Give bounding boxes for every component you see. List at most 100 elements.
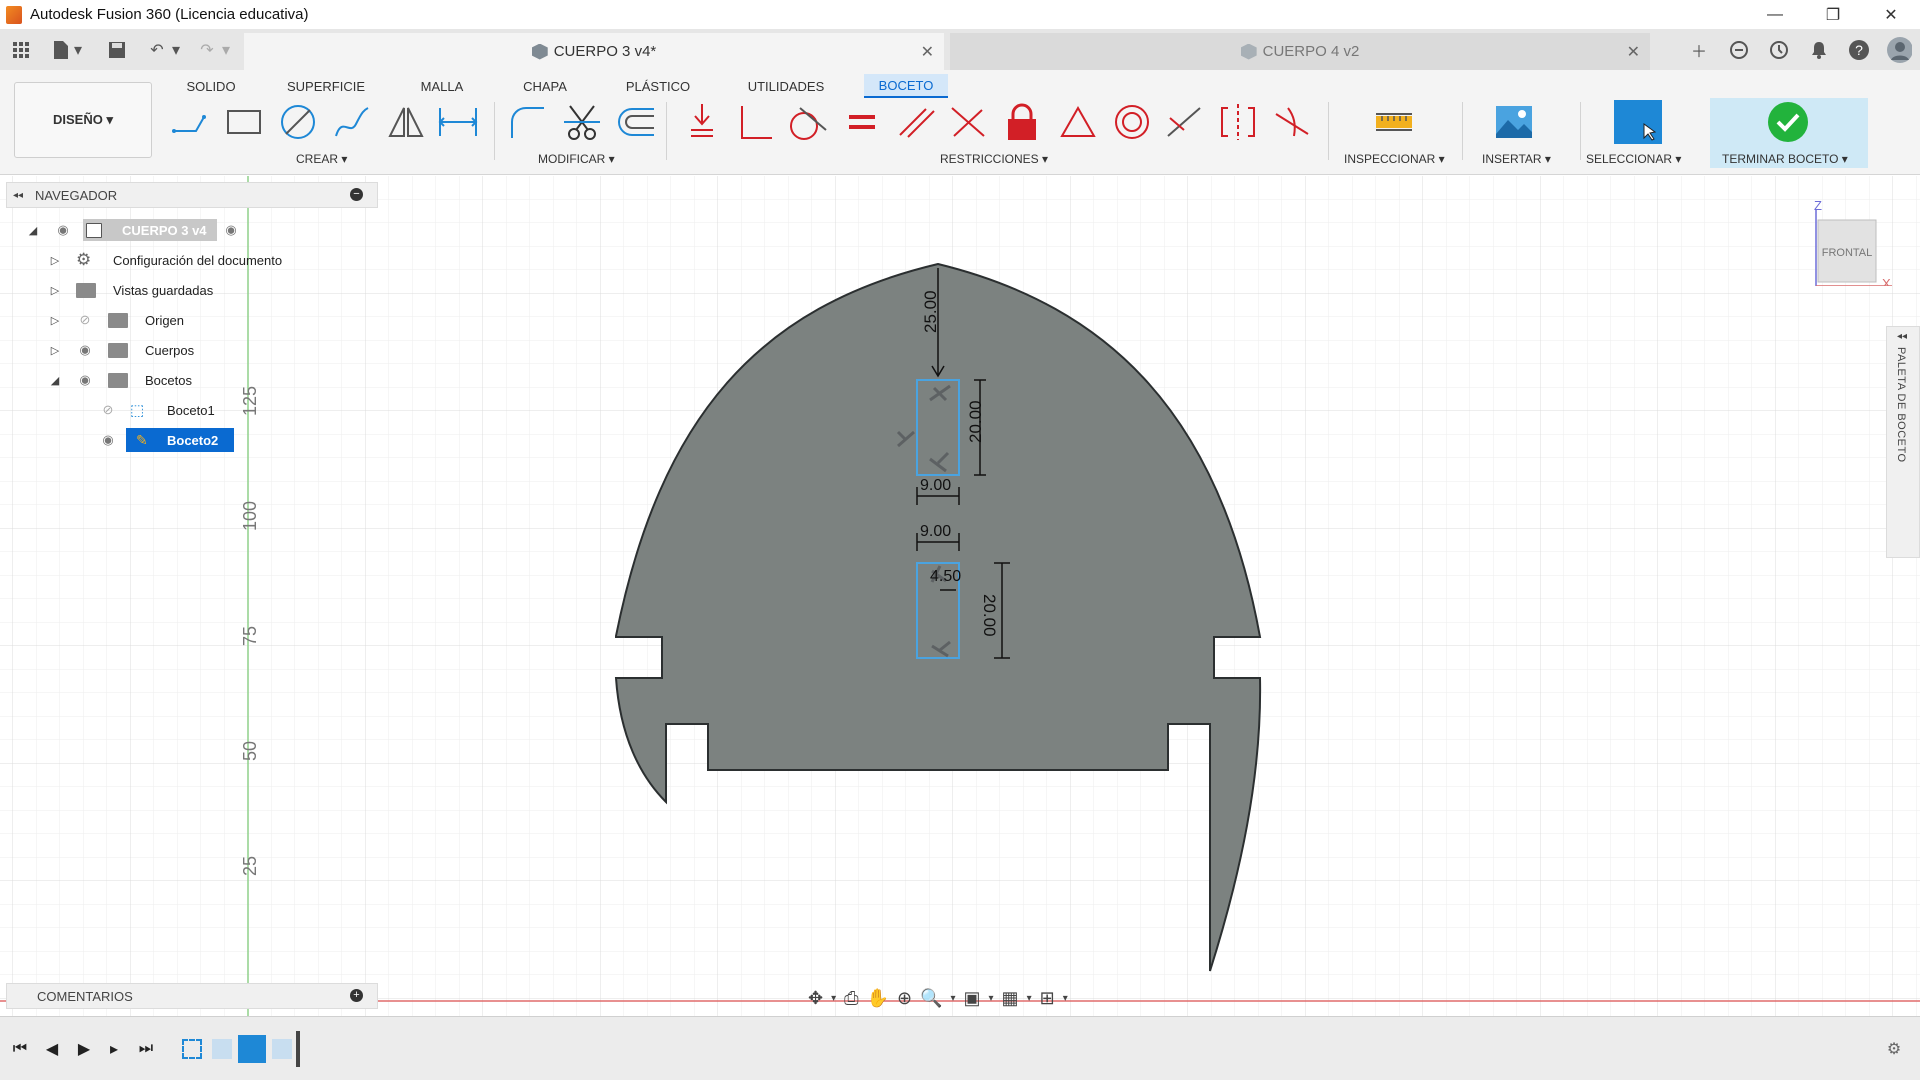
restore-button[interactable]: ❐: [1804, 0, 1862, 29]
visibility-eye-icon[interactable]: ◉: [76, 372, 94, 387]
collapse-triangle-icon[interactable]: ◢: [26, 223, 40, 237]
tab-utilidades[interactable]: UTILIDADES: [740, 74, 832, 98]
trim-scissors-icon[interactable]: [560, 100, 604, 144]
timeline-extrude-icon[interactable]: [212, 1039, 232, 1059]
redo-chevron-icon[interactable]: ▾: [220, 39, 232, 61]
coincident-constraint-icon[interactable]: [680, 100, 724, 144]
timeline-sketch2-icon[interactable]: [238, 1035, 266, 1063]
help-icon[interactable]: ?: [1846, 37, 1872, 63]
nav-item-sketch1[interactable]: ⊘ ⬚ Boceto1: [0, 398, 380, 422]
perpendicular-cross-icon[interactable]: [946, 100, 990, 144]
minimize-button[interactable]: —: [1746, 0, 1804, 29]
job-status-icon[interactable]: [1766, 37, 1792, 63]
rectangle-tool-icon[interactable]: [222, 100, 266, 144]
nav-item-saved-views[interactable]: ▷ Vistas guardadas: [0, 278, 380, 302]
notifications-bell-icon[interactable]: [1806, 37, 1832, 63]
insert-image-icon[interactable]: [1492, 100, 1536, 144]
symmetry-constraint-icon[interactable]: [1216, 100, 1260, 144]
new-tab-icon[interactable]: ＋: [1686, 37, 1712, 63]
save-icon[interactable]: [106, 39, 128, 61]
activate-radio-icon[interactable]: ◉: [222, 222, 240, 237]
group-inspeccionar-label[interactable]: INSPECCIONAR ▾: [1344, 152, 1445, 166]
curvature-constraint-icon[interactable]: [1270, 100, 1314, 144]
look-at-icon[interactable]: ⎙: [844, 988, 858, 1009]
grid-settings-icon[interactable]: ▦: [1002, 988, 1019, 1009]
go-to-end-icon[interactable]: ⏭: [136, 1039, 156, 1059]
tab-boceto[interactable]: BOCETO: [864, 74, 948, 98]
expand-triangle-icon[interactable]: ▷: [48, 283, 62, 297]
tab-solido[interactable]: SOLIDO: [176, 74, 246, 98]
orbit-chevron-icon[interactable]: ▾: [831, 993, 836, 1004]
sketch-canvas[interactable]: 25.00 20.00 9.00 9.00 4.50 20.00 125 100…: [0, 176, 1920, 1016]
timeline-feature-icon[interactable]: [272, 1039, 292, 1059]
nav-item-document-settings[interactable]: ▷ ⚙ Configuración del documento: [0, 248, 380, 272]
timeline-settings-gear-icon[interactable]: ⚙: [1884, 1039, 1904, 1059]
concentric-constraint-icon[interactable]: [1110, 100, 1154, 144]
collinear-constraint-icon[interactable]: [1162, 100, 1206, 144]
close-tab-icon[interactable]: ✕: [921, 42, 934, 62]
grid-chevron-icon[interactable]: ▾: [1027, 993, 1032, 1004]
expand-triangle-icon[interactable]: ▷: [48, 343, 62, 357]
display-chevron-icon[interactable]: ▾: [989, 993, 994, 1004]
hidden-eye-icon[interactable]: ⊘: [76, 312, 94, 327]
group-restricciones-label[interactable]: RESTRICCIONES ▾: [940, 152, 1048, 166]
file-icon[interactable]: [50, 39, 72, 61]
tab-chapa[interactable]: CHAPA: [512, 74, 578, 98]
group-seleccionar-label[interactable]: SELECCIONAR ▾: [1586, 152, 1681, 166]
file-menu-chevron-icon[interactable]: ▾: [72, 39, 84, 61]
group-insertar-label[interactable]: INSERTAR ▾: [1482, 152, 1551, 166]
add-comment-icon[interactable]: +: [350, 989, 363, 1002]
parallel-constraint-icon[interactable]: [894, 100, 938, 144]
group-crear-label[interactable]: CREAR ▾: [296, 152, 347, 166]
finish-sketch-check-icon[interactable]: [1766, 100, 1810, 144]
sketch-dimension-icon[interactable]: [436, 100, 480, 144]
tab-malla[interactable]: MALLA: [410, 74, 474, 98]
nav-item-origin[interactable]: ▷ ⊘ Origen: [0, 308, 380, 332]
zoom-chevron-icon[interactable]: ▾: [950, 993, 955, 1004]
viewports-icon[interactable]: ⊞: [1040, 988, 1055, 1009]
hidden-eye-icon[interactable]: ⊘: [99, 402, 117, 417]
timeline-marker[interactable]: [296, 1031, 300, 1067]
spline-tool-icon[interactable]: [330, 100, 374, 144]
collapse-navigator-icon[interactable]: ◂◂: [13, 190, 23, 201]
offset-tool-icon[interactable]: [614, 100, 658, 144]
zoom-icon[interactable]: ⊕: [897, 988, 912, 1009]
line-tool-icon[interactable]: [168, 100, 212, 144]
nav-item-sketches[interactable]: ◢ ◉ Bocetos: [0, 368, 380, 392]
midpoint-triangle-icon[interactable]: [1056, 100, 1100, 144]
step-forward-icon[interactable]: ▸: [104, 1039, 124, 1059]
apps-grid-icon[interactable]: [10, 39, 32, 61]
collapse-triangle-icon[interactable]: ◢: [48, 373, 62, 387]
measure-ruler-icon[interactable]: [1372, 100, 1416, 144]
step-back-icon[interactable]: ◀: [42, 1039, 62, 1059]
viewports-chevron-icon[interactable]: ▾: [1063, 993, 1068, 1004]
circle-tool-icon[interactable]: [276, 100, 320, 144]
redo-icon[interactable]: ↷: [196, 39, 218, 61]
equal-constraint-icon[interactable]: [840, 100, 884, 144]
expand-triangle-icon[interactable]: ▷: [48, 313, 62, 327]
close-tab-icon[interactable]: ✕: [1627, 42, 1640, 62]
perpendicular-constraint-icon[interactable]: [734, 100, 778, 144]
minimize-navigator-icon[interactable]: −: [350, 188, 363, 201]
workspace-switcher[interactable]: DISEÑO ▾: [14, 82, 152, 158]
fit-zoom-icon[interactable]: 🔍: [920, 988, 942, 1009]
select-tool-icon[interactable]: [1614, 100, 1662, 144]
timeline-sketch1-icon[interactable]: [182, 1039, 202, 1059]
orbit-icon[interactable]: ✥: [808, 988, 823, 1009]
close-button[interactable]: ✕: [1862, 0, 1920, 29]
pan-hand-icon[interactable]: ✋: [867, 988, 889, 1009]
mirror-tool-icon[interactable]: [384, 100, 428, 144]
tab-cuerpo-4[interactable]: CUERPO 4 v2 ✕: [950, 33, 1650, 70]
fillet-tool-icon[interactable]: [506, 100, 550, 144]
tab-superficie[interactable]: SUPERFICIE: [282, 74, 370, 98]
undo-icon[interactable]: ↶: [146, 39, 168, 61]
fix-lock-icon[interactable]: [1000, 100, 1044, 144]
go-to-start-icon[interactable]: ⏮: [10, 1039, 30, 1059]
nav-root-row[interactable]: ◢ ◉ CUERPO 3 v4 ◉: [0, 218, 380, 242]
group-modificar-label[interactable]: MODIFICAR ▾: [538, 152, 615, 166]
play-icon[interactable]: ▶: [74, 1039, 94, 1059]
undo-chevron-icon[interactable]: ▾: [170, 39, 182, 61]
tangent-constraint-icon[interactable]: [784, 100, 828, 144]
tab-plastico[interactable]: PLÁSTICO: [618, 74, 698, 98]
nav-item-bodies[interactable]: ▷ ◉ Cuerpos: [0, 338, 380, 362]
